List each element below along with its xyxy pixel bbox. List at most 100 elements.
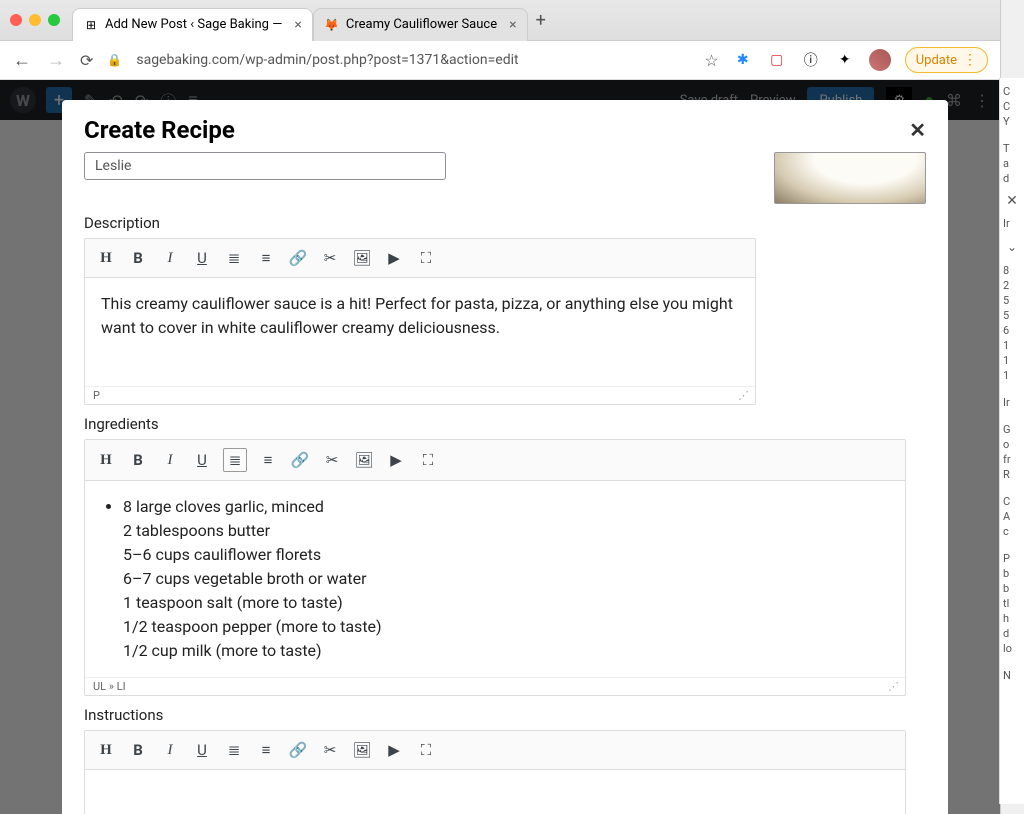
bulleted-list-button[interactable]: ≣ — [223, 448, 247, 472]
video-button[interactable]: ▶ — [385, 449, 407, 471]
update-label: Update — [916, 53, 957, 68]
numbered-list-button[interactable]: ≡ — [257, 449, 279, 471]
heading-button[interactable]: H — [95, 449, 117, 471]
secondary-window-sliver: C C Y T a d ✕ Ir ⌄ 8 2 5 5 6 1 1 1 Ir G … — [999, 78, 1024, 804]
chevron-down-icon[interactable]: ⌄ — [1000, 239, 1024, 255]
fullscreen-button[interactable]: ⛶ — [417, 449, 439, 471]
underline-button[interactable]: U — [191, 449, 213, 471]
numbered-list-button[interactable]: ≡ — [255, 247, 277, 269]
bookmark-star-icon[interactable]: ☆ — [704, 51, 718, 70]
side-fragment: G — [1000, 422, 1024, 437]
list-item: 1/2 teaspoon pepper (more to taste) — [123, 615, 889, 639]
editor-path: UL » LI — [93, 680, 126, 693]
side-close-icon[interactable]: ✕ — [1000, 192, 1024, 210]
favicon-grid-icon: ⊞ — [83, 17, 99, 33]
list-item: 1 teaspoon salt (more to taste) — [123, 591, 889, 615]
video-button[interactable]: ▶ — [383, 739, 405, 761]
reload-button[interactable]: ⟳ — [80, 51, 93, 70]
heading-button[interactable]: H — [95, 739, 117, 761]
bold-button[interactable]: B — [127, 449, 149, 471]
bold-button[interactable]: B — [127, 739, 149, 761]
author-field[interactable]: Leslie — [84, 152, 446, 180]
extension-puzzle-icon[interactable]: ✦ — [835, 50, 855, 70]
italic-button[interactable]: I — [159, 739, 181, 761]
extension-icon-1[interactable]: ✱ — [733, 50, 753, 70]
heading-button[interactable]: H — [95, 247, 117, 269]
side-fragment: fr — [1000, 452, 1024, 467]
image-button[interactable]: 🖼 — [353, 449, 375, 471]
side-fragment: A — [1000, 509, 1024, 524]
link-button[interactable]: 🔗 — [289, 449, 311, 471]
italic-button[interactable]: I — [159, 449, 181, 471]
close-tab-icon[interactable]: × — [509, 17, 516, 33]
bulleted-list-button[interactable]: ≣ — [223, 739, 245, 761]
side-fragment: N — [1000, 668, 1024, 683]
list-item: 2 tablespoons butter — [123, 519, 889, 543]
url-bar: ← → ⟳ 🔒 sagebaking.com/wp-admin/post.php… — [0, 41, 1000, 80]
minimize-window[interactable] — [29, 14, 41, 26]
profile-avatar[interactable] — [869, 49, 891, 71]
resize-grip-icon[interactable]: ⋰ — [738, 389, 747, 402]
numbered-list-button[interactable]: ≡ — [255, 739, 277, 761]
side-fragment: C — [1000, 84, 1024, 99]
side-fragment: 1 — [1000, 338, 1024, 353]
url-text[interactable]: sagebaking.com/wp-admin/post.php?post=13… — [136, 52, 690, 68]
tab-inactive[interactable]: 🦊 Creamy Cauliflower Sauce × — [313, 8, 528, 41]
fullscreen-button[interactable]: ⛶ — [415, 739, 437, 761]
link-button[interactable]: 🔗 — [287, 247, 309, 269]
underline-button[interactable]: U — [191, 247, 213, 269]
side-fragment: Ir — [1000, 216, 1024, 231]
side-fragment: Ir — [1000, 395, 1024, 410]
back-button[interactable]: ← — [12, 50, 32, 71]
ingredients-textarea[interactable]: 8 large cloves garlic, minced 2 tablespo… — [85, 481, 905, 677]
description-editor: H B I U ≣ ≡ 🔗 ✂ 🖼 ▶ ⛶ This creamy caulif… — [84, 238, 756, 405]
resize-grip-icon[interactable]: ⋰ — [888, 680, 897, 693]
new-tab-button[interactable]: + — [536, 10, 546, 31]
extension-info-icon[interactable]: ⓘ — [801, 50, 821, 70]
side-fragment: R — [1000, 467, 1024, 482]
modal-close-button[interactable]: ✕ — [909, 118, 926, 142]
favicon-fox-icon: 🦊 — [324, 17, 340, 33]
window-titlebar: ⊞ Add New Post ‹ Sage Baking — × 🦊 Cream… — [0, 0, 1000, 41]
side-fragment: C — [1000, 99, 1024, 114]
side-fragment: d — [1000, 626, 1024, 641]
unlink-button[interactable]: ✂ — [319, 247, 341, 269]
underline-button[interactable]: U — [191, 739, 213, 761]
bulleted-list-button[interactable]: ≣ — [223, 247, 245, 269]
side-fragment: h — [1000, 611, 1024, 626]
side-fragment: C — [1000, 494, 1024, 509]
video-button[interactable]: ▶ — [383, 247, 405, 269]
extension-icon-2[interactable]: ▢ — [767, 50, 787, 70]
image-button[interactable]: 🖼 — [351, 739, 373, 761]
side-fragment: P — [1000, 551, 1024, 566]
tab-title: Add New Post ‹ Sage Baking — — [105, 17, 282, 32]
update-button[interactable]: Update ⋮ — [905, 47, 988, 73]
image-button[interactable]: 🖼 — [351, 247, 373, 269]
close-window[interactable] — [10, 14, 22, 26]
close-tab-icon[interactable]: × — [294, 17, 301, 33]
recipe-thumbnail[interactable] — [774, 152, 926, 204]
instructions-label: Instructions — [84, 706, 926, 724]
bold-button[interactable]: B — [127, 247, 149, 269]
fullscreen-button[interactable]: ⛶ — [415, 247, 437, 269]
editor-path: P — [93, 389, 100, 402]
unlink-button[interactable]: ✂ — [319, 739, 341, 761]
maximize-window[interactable] — [48, 14, 60, 26]
kebab-menu-icon[interactable]: ⋮ — [963, 52, 977, 68]
italic-button[interactable]: I — [159, 247, 181, 269]
link-button[interactable]: 🔗 — [287, 739, 309, 761]
tab-active[interactable]: ⊞ Add New Post ‹ Sage Baking — × — [72, 8, 313, 41]
side-fragment: 1 — [1000, 368, 1024, 383]
description-textarea[interactable]: This creamy cauliflower sauce is a hit! … — [85, 278, 755, 386]
side-fragment: 1 — [1000, 353, 1024, 368]
unlink-button[interactable]: ✂ — [321, 449, 343, 471]
editor-toolbar: H B I U ≣ ≡ 🔗 ✂ 🖼 ▶ ⛶ — [85, 440, 905, 481]
side-fragment: 5 — [1000, 293, 1024, 308]
tab-title: Creamy Cauliflower Sauce — [346, 17, 497, 32]
instructions-textarea[interactable] — [85, 770, 905, 814]
instructions-editor: H B I U ≣ ≡ 🔗 ✂ 🖼 ▶ ⛶ — [84, 730, 906, 814]
lock-icon: 🔒 — [107, 53, 122, 67]
forward-button[interactable]: → — [46, 50, 66, 71]
ingredients-editor: H B I U ≣ ≡ 🔗 ✂ 🖼 ▶ ⛶ 8 large — [84, 439, 906, 696]
description-label: Description — [84, 214, 926, 232]
